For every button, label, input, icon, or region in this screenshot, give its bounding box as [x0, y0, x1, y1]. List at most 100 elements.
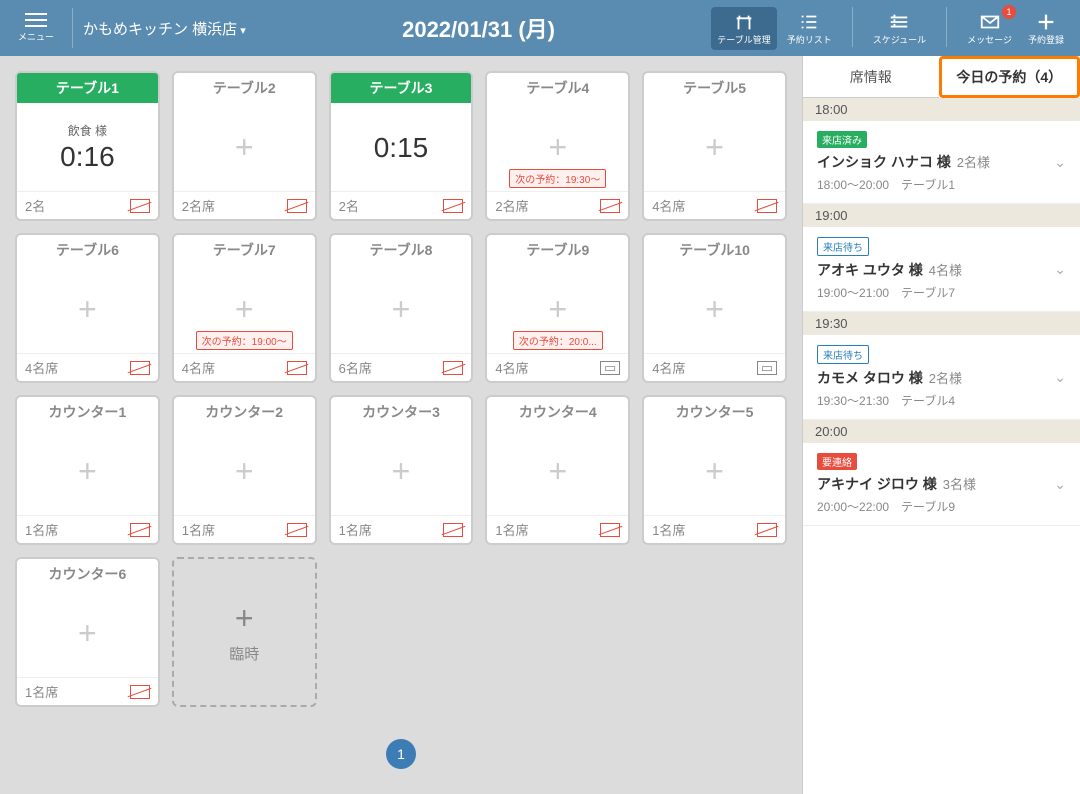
no-smoking-icon — [443, 199, 463, 213]
table-card[interactable]: テーブル30:152名 — [329, 71, 474, 221]
nav-add[interactable]: 予約登録 — [1022, 7, 1070, 50]
seat-count: 1名席 — [652, 520, 685, 539]
no-smoking-icon — [130, 523, 150, 537]
status-badge: 来店待ち — [817, 345, 869, 364]
reservation-item[interactable]: 来店待ちアオキ ユウタ 様4名様19:00～21:00 テーブル7⌄ — [803, 227, 1080, 312]
plus-icon: + — [705, 453, 724, 490]
guest-count: 4名様 — [929, 263, 962, 278]
plus-icon: + — [235, 291, 254, 328]
nav-list[interactable]: 予約リスト — [781, 7, 838, 50]
chevron-down-icon: ⌄ — [1054, 476, 1066, 493]
guest-name: アキナイ ジロウ 様 — [817, 476, 937, 492]
time-header: 20:00 — [803, 420, 1080, 443]
plus-icon: + — [705, 291, 724, 328]
menu-label: メニュー — [18, 30, 54, 43]
tab-today-reservations[interactable]: 今日の予約（4） — [939, 56, 1080, 98]
separate-smoking-icon: ▭ — [600, 361, 620, 375]
table-card[interactable]: テーブル10 +4名席 ▭ — [642, 233, 787, 383]
time-header: 19:00 — [803, 204, 1080, 227]
store-selector[interactable]: かもめキッチン 横浜店 — [83, 18, 246, 39]
nav-message[interactable]: メッセージ1 — [961, 7, 1018, 50]
table-card[interactable]: テーブル6+4名席 — [15, 233, 160, 383]
table-name: カウンター1 — [17, 397, 158, 427]
page-number[interactable]: 1 — [386, 739, 416, 769]
plus-icon: + — [548, 129, 567, 166]
no-smoking-icon — [287, 361, 307, 375]
table-name: テーブル10 — [644, 235, 785, 265]
table-name: テーブル1 — [17, 73, 158, 103]
table-card[interactable]: テーブル9+次の予約：20:0...4名席▭ — [485, 233, 630, 383]
table-card[interactable]: テーブル8 +6名席 — [329, 233, 474, 383]
guest-count: 2名様 — [957, 155, 990, 170]
no-smoking-icon — [600, 199, 620, 213]
reservation-detail: 19:00～21:00 テーブル7 — [817, 284, 962, 301]
table-card[interactable]: テーブル1飲食 様0:162名 — [15, 71, 160, 221]
next-reservation: 次の予約：20:0... — [513, 331, 603, 350]
table-card[interactable]: カウンター5 +1名席 — [642, 395, 787, 545]
add-temp-table[interactable]: + 臨時 — [172, 557, 317, 707]
seat-count: 1名席 — [25, 682, 58, 701]
no-smoking-icon — [757, 523, 777, 537]
no-smoking-icon — [287, 199, 307, 213]
table-name: カウンター2 — [174, 397, 315, 427]
plus-icon: + — [392, 291, 411, 328]
nav-schedule[interactable]: スケジュール — [867, 7, 932, 50]
table-card[interactable]: テーブル2+2名席 — [172, 71, 317, 221]
plus-icon: + — [78, 291, 97, 328]
reservation-detail: 19:30～21:30 テーブル4 — [817, 392, 962, 409]
seat-count: 4名席 — [25, 358, 58, 377]
table-card[interactable]: カウンター6+1名席 — [15, 557, 160, 707]
chevron-down-icon: ⌄ — [1054, 369, 1066, 386]
reservation-item[interactable]: 来店待ちカモメ タロウ 様2名様19:30～21:30 テーブル4⌄ — [803, 335, 1080, 420]
seat-count: 1名席 — [182, 520, 215, 539]
no-smoking-icon — [130, 199, 150, 213]
next-reservation: 次の予約：19:30～ — [509, 169, 606, 188]
divider — [72, 8, 73, 48]
reservation-item[interactable]: 来店済みインショク ハナコ 様2名様18:00～20:00 テーブル1⌄ — [803, 121, 1080, 204]
plus-icon: + — [235, 600, 254, 637]
table-card[interactable]: テーブル4+次の予約：19:30～2名席 — [485, 71, 630, 221]
seat-count: 2名 — [25, 196, 45, 215]
badge: 1 — [1002, 5, 1016, 19]
plus-icon: + — [705, 129, 724, 166]
plus-icon: + — [78, 453, 97, 490]
table-name: カウンター4 — [487, 397, 628, 427]
reservation-detail: 18:00～20:00 テーブル1 — [817, 176, 990, 193]
table-card[interactable]: カウンター3+1名席 — [329, 395, 474, 545]
timer: 0:15 — [374, 132, 429, 164]
date-display: 2022/01/31 (月) — [246, 12, 712, 44]
menu-button[interactable]: メニュー — [10, 9, 62, 47]
table-name: テーブル8 — [331, 235, 472, 265]
status-badge: 来店済み — [817, 131, 867, 148]
timer: 0:16 — [60, 141, 115, 173]
table-card[interactable]: カウンター4+1名席 — [485, 395, 630, 545]
no-smoking-icon — [600, 523, 620, 537]
table-card[interactable]: カウンター1 +1名席 — [15, 395, 160, 545]
reservation-item[interactable]: 要連絡アキナイ ジロウ 様3名様20:00～22:00 テーブル9⌄ — [803, 443, 1080, 526]
table-name: カウンター3 — [331, 397, 472, 427]
seat-count: 2名席 — [182, 196, 215, 215]
plus-icon: + — [235, 453, 254, 490]
seat-count: 1名席 — [25, 520, 58, 539]
no-smoking-icon — [287, 523, 307, 537]
guest-name: カモメ タロウ 様 — [817, 370, 923, 386]
table-name: テーブル4 — [487, 73, 628, 103]
table-name: テーブル5 — [644, 73, 785, 103]
table-card[interactable]: カウンター2 +1名席 — [172, 395, 317, 545]
no-smoking-icon — [130, 361, 150, 375]
nav-table[interactable]: テーブル管理 — [711, 7, 776, 50]
seat-count: 4名席 — [652, 358, 685, 377]
no-smoking-icon — [130, 685, 150, 699]
tab-seat-info[interactable]: 席情報 — [803, 56, 939, 98]
table-name: カウンター5 — [644, 397, 785, 427]
seat-count: 6名席 — [339, 358, 372, 377]
chevron-down-icon: ⌄ — [1054, 261, 1066, 278]
plus-icon: + — [548, 291, 567, 328]
separate-smoking-icon: ▭ — [757, 361, 777, 375]
table-card[interactable]: テーブル5 +4名席 — [642, 71, 787, 221]
table-name: カウンター6 — [17, 559, 158, 589]
seat-count: 4名席 — [652, 196, 685, 215]
seat-count: 1名席 — [339, 520, 372, 539]
table-card[interactable]: テーブル7+次の予約：19:00～4名席 — [172, 233, 317, 383]
temp-label: 臨時 — [229, 643, 259, 664]
